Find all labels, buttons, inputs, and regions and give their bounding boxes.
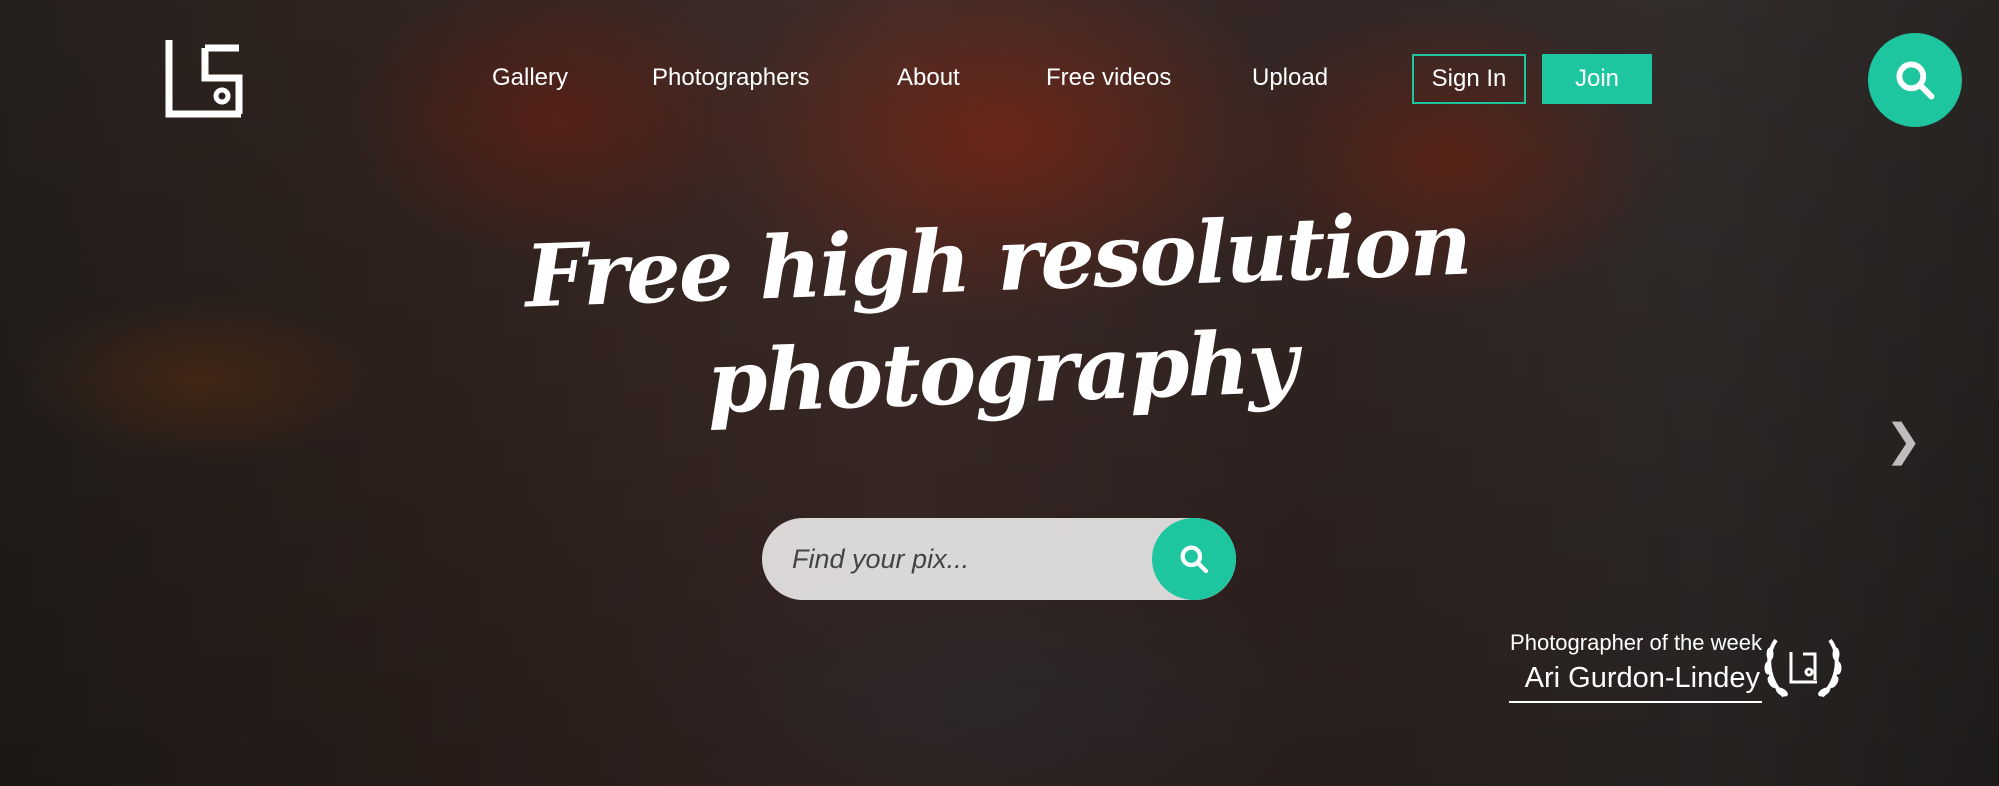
join-button[interactable]: Join xyxy=(1542,54,1652,104)
nav-about[interactable]: About xyxy=(897,64,960,92)
laurel-badge-icon xyxy=(1764,638,1842,698)
nav-photographers[interactable]: Photographers xyxy=(652,64,809,92)
search-icon xyxy=(1896,61,1935,100)
search-submit-button[interactable] xyxy=(1152,518,1236,600)
potw-label: Photographer of the week xyxy=(1510,630,1762,655)
nav-free-videos[interactable]: Free videos xyxy=(1046,64,1171,92)
search-input[interactable] xyxy=(792,518,1122,600)
hero-title-line2: photography xyxy=(705,311,1298,434)
sign-in-button[interactable]: Sign In xyxy=(1412,54,1526,104)
nav-gallery[interactable]: Gallery xyxy=(492,64,568,92)
photographer-of-the-week: Photographer of the week Ari Gurdon-Lind… xyxy=(1508,630,1762,703)
chevron-right-icon[interactable]: ❯ xyxy=(1885,415,1922,466)
nav-upload[interactable]: Upload xyxy=(1252,64,1328,92)
header-search-button[interactable] xyxy=(1868,33,1962,127)
logo[interactable] xyxy=(165,40,245,118)
potw-name-link[interactable]: Ari Gurdon-Lindey xyxy=(1508,662,1762,703)
search-bar xyxy=(762,518,1236,600)
search-icon xyxy=(1180,545,1209,574)
